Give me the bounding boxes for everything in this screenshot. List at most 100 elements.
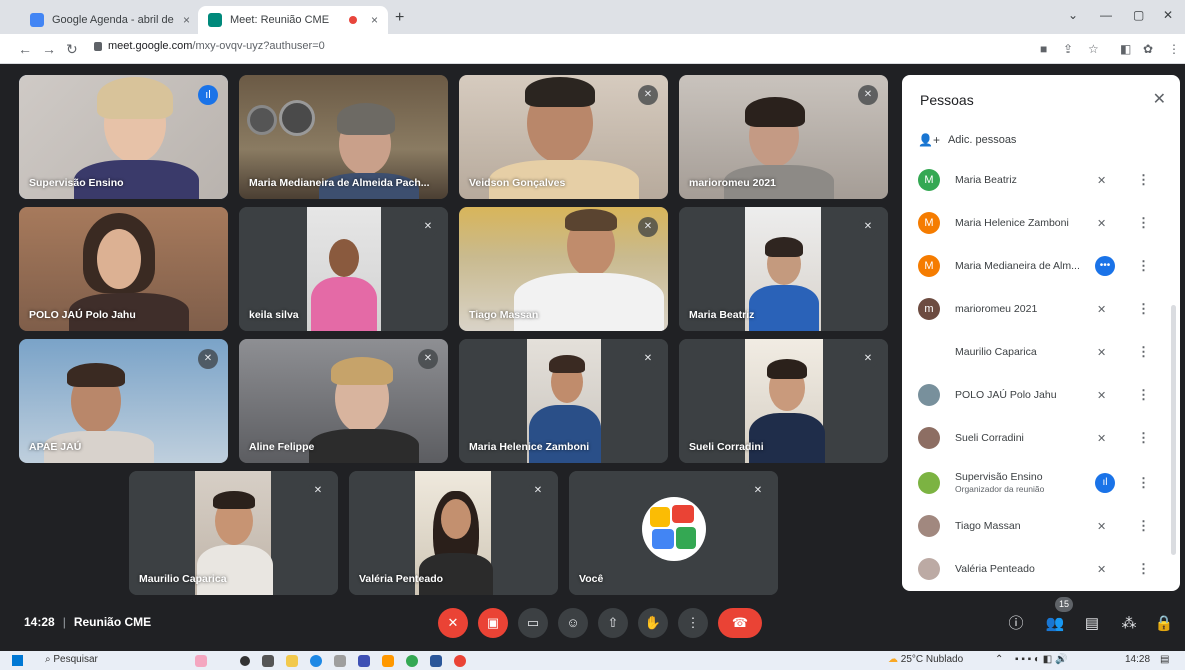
mic-toggle-button[interactable]: ✕ [438, 608, 468, 638]
chat-button[interactable]: ▤ [1080, 612, 1104, 636]
list-item[interactable]: M Maria Medianeira de Alm... ••• ⋮ [902, 246, 1180, 286]
video-tile[interactable]: ✕ Sueli Corradini [679, 339, 888, 463]
more-vert-icon[interactable]: ⋮ [1137, 258, 1150, 274]
taskbar-app-icon[interactable] [262, 655, 274, 667]
taskbar-search[interactable]: ⌕ Pesquisar [45, 654, 98, 665]
close-tab-icon[interactable]: × [371, 13, 378, 27]
video-tile[interactable]: ✕ APAE JAÚ [19, 339, 228, 463]
bookmark-star-icon[interactable]: ☆ [1088, 42, 1099, 56]
taskbar-app-icon[interactable] [334, 655, 346, 667]
taskbar-app-icon[interactable] [358, 655, 370, 667]
video-tile[interactable]: ✕ Maria Helenice Zamboni [459, 339, 668, 463]
word-icon[interactable] [430, 655, 442, 667]
list-item[interactable]: Tiago Massan ✕ ⋮ [902, 506, 1180, 546]
weather-icon: ☁ [888, 654, 901, 665]
info-icon: ⓘ [1008, 615, 1024, 632]
video-tile[interactable]: ıl Supervisão Ensino [19, 75, 228, 199]
person-name: Tiago Massan [955, 520, 1021, 532]
leave-call-button[interactable]: ☎ [718, 608, 762, 638]
more-vert-icon[interactable]: ⋮ [1137, 215, 1150, 231]
minimize-icon[interactable]: — [1100, 8, 1112, 22]
video-tile[interactable]: ✕ Tiago Massan [459, 207, 668, 331]
close-panel-icon[interactable]: ✕ [1153, 89, 1166, 109]
more-vert-icon[interactable]: ⋮ [1137, 387, 1150, 403]
video-tile[interactable]: Maria Medianeira de Almeida Pach... [239, 75, 448, 199]
more-vert-icon[interactable]: ⋮ [1137, 301, 1150, 317]
camera-off-icon: ▣ [486, 615, 500, 630]
people-button[interactable]: 👥 [1043, 612, 1067, 636]
edge-icon[interactable] [310, 655, 322, 667]
list-item[interactable]: Supervisão Ensino Organizador da reunião… [902, 463, 1180, 503]
video-tile[interactable]: ✕ Veidson Gonçalves [459, 75, 668, 199]
url-field[interactable]: meet.google.com/mxy-ovqv-uyz?authuser=0 [94, 40, 325, 52]
panel-scrollbar[interactable] [1171, 305, 1176, 555]
widgets-icon[interactable] [195, 655, 207, 667]
meeting-time: 14:28 [24, 615, 55, 629]
windows-start-icon[interactable] [12, 655, 23, 666]
weather-widget[interactable]: ☁ 25°C Nublado [888, 654, 963, 665]
tab-search-icon[interactable]: ⌄ [1068, 8, 1078, 22]
close-tab-icon[interactable]: × [183, 13, 190, 27]
share-icon[interactable]: ⇪ [1063, 42, 1073, 56]
people-icon: 👥 [1045, 615, 1065, 632]
video-tile[interactable]: ✕ Valéria Penteado [349, 471, 558, 595]
reload-icon[interactable]: ↻ [66, 41, 78, 58]
more-vert-icon[interactable]: ⋮ [1137, 430, 1150, 446]
restore-icon[interactable]: ▢ [1133, 8, 1144, 22]
forward-icon[interactable]: → [42, 41, 56, 57]
back-icon[interactable]: ← [18, 41, 32, 57]
list-item[interactable]: M Maria Helenice Zamboni ✕ ⋮ [902, 203, 1180, 243]
chrome-icon[interactable] [406, 655, 418, 667]
chrome-icon[interactable] [454, 655, 466, 667]
file-explorer-icon[interactable] [286, 655, 298, 667]
more-vert-icon: ⋮ [686, 615, 700, 630]
hand-icon: ✋ [644, 615, 662, 630]
tab-meet[interactable]: Meet: Reunião CME × [198, 6, 388, 34]
captions-button[interactable]: ▭ [518, 608, 548, 638]
extensions-icon[interactable]: ✿ [1143, 42, 1153, 56]
notifications-icon[interactable]: ▤ [1160, 654, 1169, 665]
more-vert-icon[interactable]: ⋮ [1137, 344, 1150, 360]
video-tile[interactable]: ✕ Aline Felippe [239, 339, 448, 463]
list-item[interactable]: Sueli Corradini ✕ ⋮ [902, 418, 1180, 458]
meeting-details-button[interactable]: ⓘ [1004, 612, 1028, 636]
activities-button[interactable]: ⁂ [1117, 612, 1141, 636]
taskbar-clock[interactable]: 14:28 [1125, 654, 1150, 665]
list-item[interactable]: Valéria Penteado ✕ ⋮ [902, 549, 1180, 589]
tab-google-agenda[interactable]: Google Agenda - abril de 2023 × [20, 6, 200, 34]
taskbar-app-icon[interactable] [382, 655, 394, 667]
list-item[interactable]: m marioromeu 2021 ✕ ⋮ [902, 289, 1180, 329]
more-vert-icon[interactable]: ⋮ [1137, 561, 1150, 577]
video-tile[interactable]: ✕ keila silva [239, 207, 448, 331]
list-item[interactable]: Maurilio Caparica ✕ ⋮ [902, 332, 1180, 372]
reactions-button[interactable]: ☺ [558, 608, 588, 638]
raise-hand-button[interactable]: ✋ [638, 608, 668, 638]
video-tile-self[interactable]: ✕ Você [569, 471, 778, 595]
more-vert-icon[interactable]: ⋮ [1137, 172, 1150, 188]
tray-overflow-icon[interactable]: ⌃ [995, 654, 1003, 665]
system-tray-icons[interactable]: ▪ ▪ ▪ ◐ ◧ 🔊 [1015, 654, 1067, 665]
close-window-icon[interactable]: ✕ [1163, 8, 1173, 22]
new-tab-button[interactable]: + [395, 9, 404, 27]
captions-icon: ▭ [526, 615, 540, 630]
more-vert-icon[interactable]: ⋮ [1137, 475, 1150, 491]
side-panel-icon[interactable]: ◧ [1120, 42, 1131, 56]
camera-toggle-button[interactable]: ▣ [478, 608, 508, 638]
list-item[interactable]: POLO JAÚ Polo Jahu ✕ ⋮ [902, 375, 1180, 415]
add-people-button[interactable]: 👤+ Adic. pessoas [918, 133, 1016, 147]
more-vert-icon[interactable]: ⋮ [1137, 518, 1150, 534]
list-item[interactable]: M Maria Beatriz ✕ ⋮ [902, 160, 1180, 200]
browser-menu-icon[interactable]: ⋮ [1168, 42, 1180, 56]
more-options-button[interactable]: ⋮ [678, 608, 708, 638]
host-controls-button[interactable]: 🔒 [1152, 612, 1176, 636]
video-tile[interactable]: ✕ Maurilio Caparica [129, 471, 338, 595]
task-view-icon[interactable] [240, 656, 250, 666]
present-button[interactable]: ⇧ [598, 608, 628, 638]
video-tile[interactable]: ✕ marioromeu 2021 [679, 75, 888, 199]
video-tile[interactable]: ✕ Maria Beatriz [679, 207, 888, 331]
mic-off-icon: ✕ [418, 349, 438, 369]
url-host: meet.google.com [108, 40, 193, 52]
avatar: M [918, 169, 940, 191]
camera-indicator-icon[interactable]: ■ [1040, 42, 1047, 56]
video-tile[interactable]: POLO JAÚ Polo Jahu [19, 207, 228, 331]
